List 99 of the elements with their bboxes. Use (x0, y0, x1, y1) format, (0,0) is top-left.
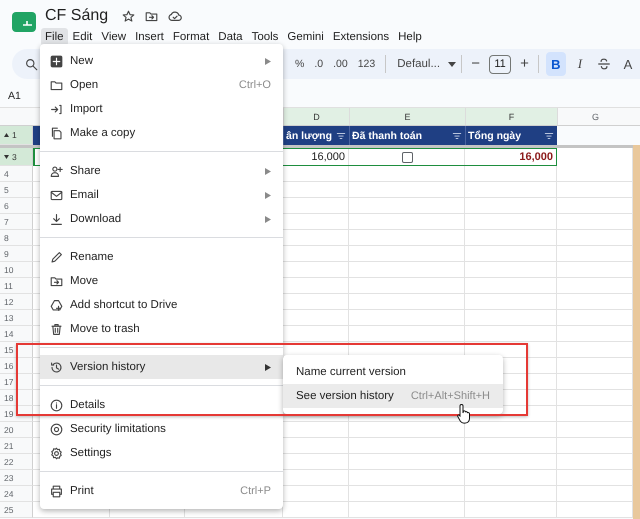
row-number[interactable]: 4 (0, 166, 33, 182)
security-icon (50, 422, 63, 436)
row-number[interactable]: 21 (0, 438, 33, 454)
decrease-size-button[interactable]: − (467, 56, 484, 72)
menu-item[interactable]: Import (40, 97, 283, 121)
format-button[interactable]: .00 (328, 58, 353, 70)
menu-item[interactable]: Move (40, 269, 283, 293)
folder-icon (50, 78, 63, 92)
menu-item[interactable]: Rename (40, 245, 283, 269)
folder-arrow-icon (50, 274, 63, 288)
menu-item[interactable]: Download (40, 207, 283, 231)
row-number[interactable]: 5 (0, 182, 33, 198)
row-number[interactable]: 23 (0, 470, 33, 486)
menu-item[interactable]: Help (394, 28, 426, 46)
row-number[interactable]: 20 (0, 422, 33, 438)
pencil-icon (50, 250, 63, 264)
column-header[interactable]: F (465, 108, 557, 125)
trash-icon (50, 322, 63, 336)
column-header[interactable]: D (283, 108, 349, 125)
column-header[interactable]: E (349, 108, 465, 125)
row-number[interactable]: 24 (0, 486, 33, 502)
menu-item[interactable]: New (40, 49, 283, 73)
row-number[interactable]: 25 (0, 502, 33, 518)
menu-item[interactable]: Extensions (328, 28, 394, 46)
format-button[interactable]: % (290, 58, 310, 70)
row-number[interactable]: 18 (0, 390, 33, 406)
row-number[interactable]: 8 (0, 230, 33, 246)
download-icon (50, 212, 63, 226)
row-number[interactable]: 7 (0, 214, 33, 230)
row-number[interactable]: 1 (0, 126, 33, 145)
collapse-triangle-icon[interactable] (4, 133, 9, 137)
menu-item[interactable]: Details (40, 393, 283, 417)
menu-item[interactable]: Version history (40, 355, 283, 379)
table-cell-text: 16,000 (518, 150, 554, 165)
text-color-button[interactable]: A (618, 52, 638, 76)
name-box[interactable]: A1 (8, 90, 21, 102)
star-icon (122, 10, 136, 22)
row-number[interactable]: 17 (0, 374, 33, 390)
caret-icon[interactable] (448, 62, 456, 66)
menu-item[interactable]: Make a copy (40, 121, 283, 145)
menu-item[interactable]: Email (40, 183, 283, 207)
checkbox[interactable] (402, 152, 412, 162)
expand-triangle-icon[interactable] (4, 154, 9, 158)
row-number[interactable]: 9 (0, 246, 33, 262)
person-plus-icon (50, 164, 63, 178)
envelope-icon (50, 188, 63, 202)
row-number[interactable]: 19 (0, 406, 33, 422)
menu-item[interactable]: Edit (68, 28, 96, 46)
header-cell: ân lượng (286, 130, 332, 142)
menu-item[interactable]: Security limitations (40, 417, 283, 441)
move-folder-icon (145, 10, 158, 22)
sheets-logo-icon[interactable] (12, 10, 36, 34)
format-button[interactable]: 123 (352, 58, 380, 70)
menu-item[interactable]: Open Ctrl+O (40, 73, 283, 97)
copy-icon (50, 126, 63, 140)
menu-item[interactable]: View (97, 28, 130, 46)
menu-item[interactable]: Move to trash (40, 317, 283, 341)
import-arrow-icon (50, 102, 63, 116)
menu-item[interactable]: Gemini (283, 28, 328, 46)
document-title[interactable]: CF Sáng (45, 7, 108, 25)
menu-item[interactable]: Tools (248, 28, 282, 46)
info-icon (50, 398, 63, 412)
menu-item[interactable]: Share (40, 159, 283, 183)
row-number[interactable]: 3 (0, 148, 33, 166)
bold-button[interactable]: B (546, 52, 566, 76)
font-dropdown[interactable]: Defaul... (391, 58, 448, 70)
row-number[interactable]: 16 (0, 358, 33, 374)
menu-item[interactable]: Name current version (283, 360, 503, 384)
table-cell-text: 16,000 (310, 150, 346, 165)
menu-item[interactable]: Format (168, 28, 214, 46)
cloud-check-icon (168, 9, 182, 23)
strikethrough-icon (596, 57, 611, 71)
menu-item[interactable]: File (41, 28, 68, 46)
italic-button[interactable]: I (570, 52, 590, 76)
menu-item[interactable]: Settings (40, 441, 283, 465)
font-size-field[interactable]: 11 (489, 54, 512, 74)
row-number[interactable]: 10 (0, 262, 33, 278)
history-icon (50, 360, 63, 374)
settings-icon (50, 446, 63, 460)
row-number[interactable]: 14 (0, 326, 33, 342)
column-header[interactable]: G (557, 108, 633, 125)
menu-item[interactable]: Data (214, 28, 247, 46)
header-cell: Đã thanh toán (352, 130, 422, 142)
row-number[interactable]: 13 (0, 310, 33, 326)
header-cell: Tổng ngày (468, 130, 522, 142)
printer-icon (50, 484, 63, 498)
menu-item[interactable]: See version history Ctrl+Alt+Shift+H (283, 384, 503, 408)
plus-square-icon (50, 54, 63, 68)
row-number[interactable]: 11 (0, 278, 33, 294)
increase-size-button[interactable]: + (516, 56, 533, 72)
search-icon (25, 58, 38, 70)
format-button[interactable]: .0 (309, 58, 328, 70)
row-number[interactable]: 22 (0, 454, 33, 470)
menu-item[interactable]: Insert (131, 28, 168, 46)
menu-item[interactable]: Print Ctrl+P (40, 479, 283, 503)
row-number[interactable]: 6 (0, 198, 33, 214)
row-number[interactable]: 12 (0, 294, 33, 310)
drive-shortcut-icon (50, 298, 63, 312)
menu-item[interactable]: Add shortcut to Drive (40, 293, 283, 317)
